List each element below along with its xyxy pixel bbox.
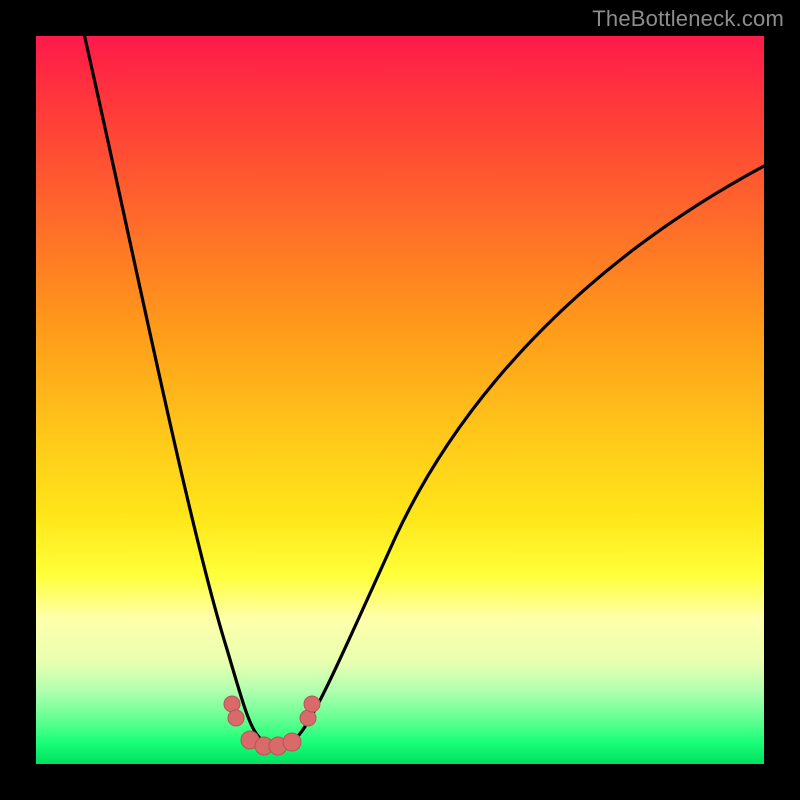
marker-dot <box>224 696 240 712</box>
marker-dot <box>228 710 244 726</box>
chart-svg <box>36 36 764 764</box>
marker-dot <box>300 710 316 726</box>
marker-dot <box>304 696 320 712</box>
bottleneck-curve <box>80 16 764 745</box>
marker-group <box>224 696 320 755</box>
chart-plot-area <box>36 36 764 764</box>
marker-dot <box>283 733 301 751</box>
watermark-text: TheBottleneck.com <box>592 6 784 32</box>
chart-frame: TheBottleneck.com <box>0 0 800 800</box>
